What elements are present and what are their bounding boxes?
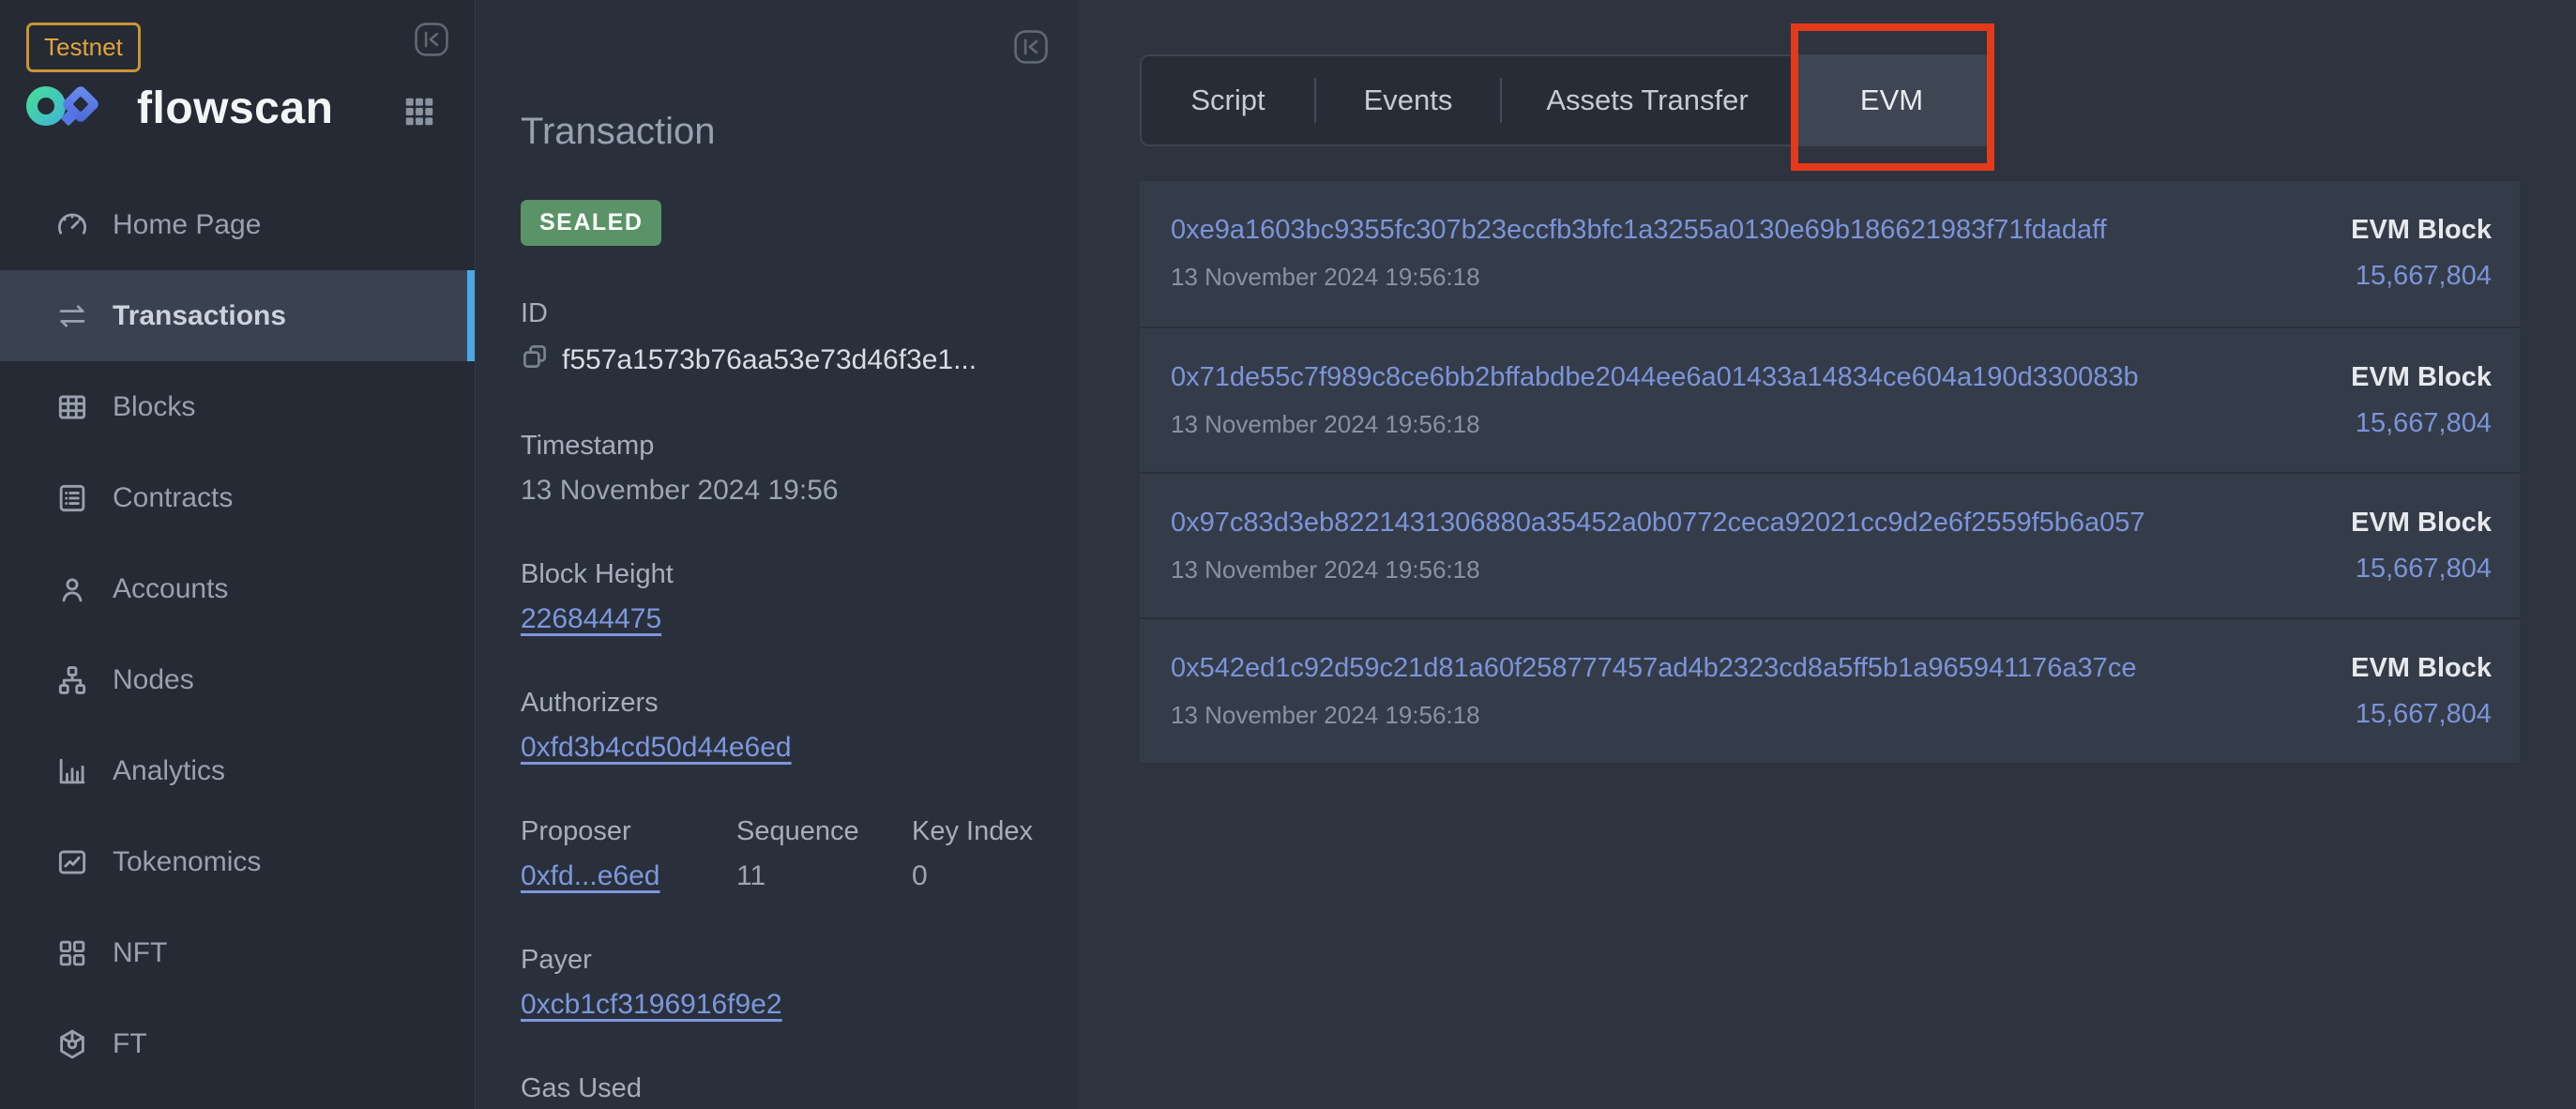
sidebar-item-label: FT [113,1028,147,1060]
sidebar-item-home-page[interactable]: Home Page [0,179,475,270]
id-label: ID [521,298,1033,329]
status-badge: SEALED [521,200,661,246]
evm-tx-timestamp: 13 November 2024 19:56:18 [1171,410,2492,439]
nft-grid-icon [54,935,90,971]
evm-block-label: EVM Block [2351,653,2492,684]
sidebar: Testnet [0,0,475,1109]
main-content: Script Events Assets Transfer EVM 0xe9a1… [1078,0,2576,1109]
evm-transaction-row[interactable]: 0x542ed1c92d59c21d81a60f258777457ad4b232… [1140,617,2520,763]
sidebar-item-label: Nodes [113,664,194,696]
evm-tx-timestamp: 13 November 2024 19:56:18 [1171,263,2492,292]
evm-tx-hash-link[interactable]: 0x71de55c7f989c8ce6bb2bffabdbe2044ee6a01… [1171,362,2492,393]
tab-assets-transfer[interactable]: Assets Transfer [1502,56,1793,144]
brand[interactable]: flowscan [26,83,333,134]
evm-tx-hash-link[interactable]: 0x542ed1c92d59c21d81a60f258777457ad4b232… [1171,653,2492,684]
evm-block-number-link[interactable]: 15,667,804 [2351,408,2492,439]
token-cube-icon [54,1026,90,1062]
timestamp-label: Timestamp [521,431,1033,462]
nodes-hierarchy-icon [54,662,90,698]
sidebar-item-label: Tokenomics [113,846,261,878]
evm-transaction-row[interactable]: 0x97c83d3eb8221431306880a35452a0b0772cec… [1140,472,2520,617]
sidebar-item-label: Accounts [113,573,228,605]
evm-block-label: EVM Block [2351,362,2492,393]
network-badge: Testnet [26,23,141,72]
evm-transaction-row[interactable]: 0x71de55c7f989c8ce6bb2bffabdbe2044ee6a01… [1140,327,2520,472]
authorizers-link[interactable]: 0xfd3b4cd50d44e6ed [521,732,792,763]
payer-label: Payer [521,945,1033,976]
sidebar-item-label: Analytics [113,755,225,787]
evm-tx-hash-link[interactable]: 0x97c83d3eb8221431306880a35452a0b0772cec… [1171,508,2492,539]
evm-tx-hash-link[interactable]: 0xe9a1603bc9355fc307b23eccfb3bfc1a3255a0… [1171,215,2492,246]
sidebar-item-tokenomics[interactable]: Tokenomics [0,816,475,907]
evm-tx-timestamp: 13 November 2024 19:56:18 [1171,701,2492,730]
blocks-grid-icon [54,389,90,425]
sidebar-item-nft[interactable]: NFT [0,907,475,998]
sidebar-item-blocks[interactable]: Blocks [0,361,475,452]
key-index-value: 0 [912,860,1033,892]
transactions-arrows-icon [54,298,90,334]
evm-block-label: EVM Block [2351,508,2492,539]
authorizers-label: Authorizers [521,688,1033,719]
brand-name: flowscan [137,83,333,134]
sidebar-item-accounts[interactable]: Accounts [0,543,475,634]
person-icon [54,571,90,607]
timestamp-value: 13 November 2024 19:56 [521,475,1033,507]
sidebar-item-analytics[interactable]: Analytics [0,725,475,816]
sequence-value: 11 [736,860,912,892]
transaction-panel: Transaction SEALED ID f557a1573b76aa53e7… [475,0,1078,1109]
contracts-document-icon [54,480,90,516]
flowscan-logo-icon [26,85,109,131]
trend-chart-icon [54,844,90,880]
flowscan-app: Testnet [0,0,2576,1109]
sidebar-item-label: Contracts [113,482,233,514]
sidebar-item-label: NFT [113,937,167,969]
key-index-label: Key Index [912,816,1033,847]
sequence-label: Sequence [736,816,912,847]
proposer-label: Proposer [521,816,736,847]
copy-icon[interactable] [521,342,549,378]
sidebar-item-nodes[interactable]: Nodes [0,634,475,725]
sidebar-item-transactions[interactable]: Transactions [0,270,475,361]
sidebar-nav: Home Page Transactions Blocks [0,179,475,1089]
tabbar: Script Events Assets Transfer EVM [1140,54,1993,146]
tab-events[interactable]: Events [1316,56,1500,144]
evm-block-number-link[interactable]: 15,667,804 [2351,699,2492,730]
evm-block-label: EVM Block [2351,215,2492,246]
tab-script[interactable]: Script [1142,56,1314,144]
collapse-sidebar-icon[interactable] [413,21,450,58]
bar-chart-icon [54,753,90,789]
transaction-id-value[interactable]: f557a1573b76aa53e73d46f3e1... [562,344,977,376]
payer-link[interactable]: 0xcb1cf3196916f9e2 [521,989,782,1020]
evm-block-number-link[interactable]: 15,667,804 [2351,554,2492,585]
collapse-panel-icon[interactable] [1012,28,1050,66]
evm-transactions-list: 0xe9a1603bc9355fc307b23eccfb3bfc1a3255a0… [1140,181,2520,763]
sidebar-item-ft[interactable]: FT [0,998,475,1089]
tab-evm[interactable]: EVM [1793,56,1991,144]
evm-transaction-row[interactable]: 0xe9a1603bc9355fc307b23eccfb3bfc1a3255a0… [1140,181,2520,327]
evm-tx-timestamp: 13 November 2024 19:56:18 [1171,555,2492,585]
sidebar-item-label: Blocks [113,391,195,423]
proposer-link[interactable]: 0xfd...e6ed [521,860,659,891]
sidebar-item-contracts[interactable]: Contracts [0,452,475,543]
gas-used-label: Gas Used [521,1073,1033,1104]
panel-title: Transaction [521,111,1033,153]
apps-grid-icon[interactable] [402,94,437,129]
evm-block-number-link[interactable]: 15,667,804 [2351,261,2492,292]
block-height-link[interactable]: 226844475 [521,603,661,634]
speedometer-icon [54,207,90,243]
sidebar-item-label: Transactions [113,300,286,332]
block-height-label: Block Height [521,559,1033,590]
sidebar-item-label: Home Page [113,209,261,241]
